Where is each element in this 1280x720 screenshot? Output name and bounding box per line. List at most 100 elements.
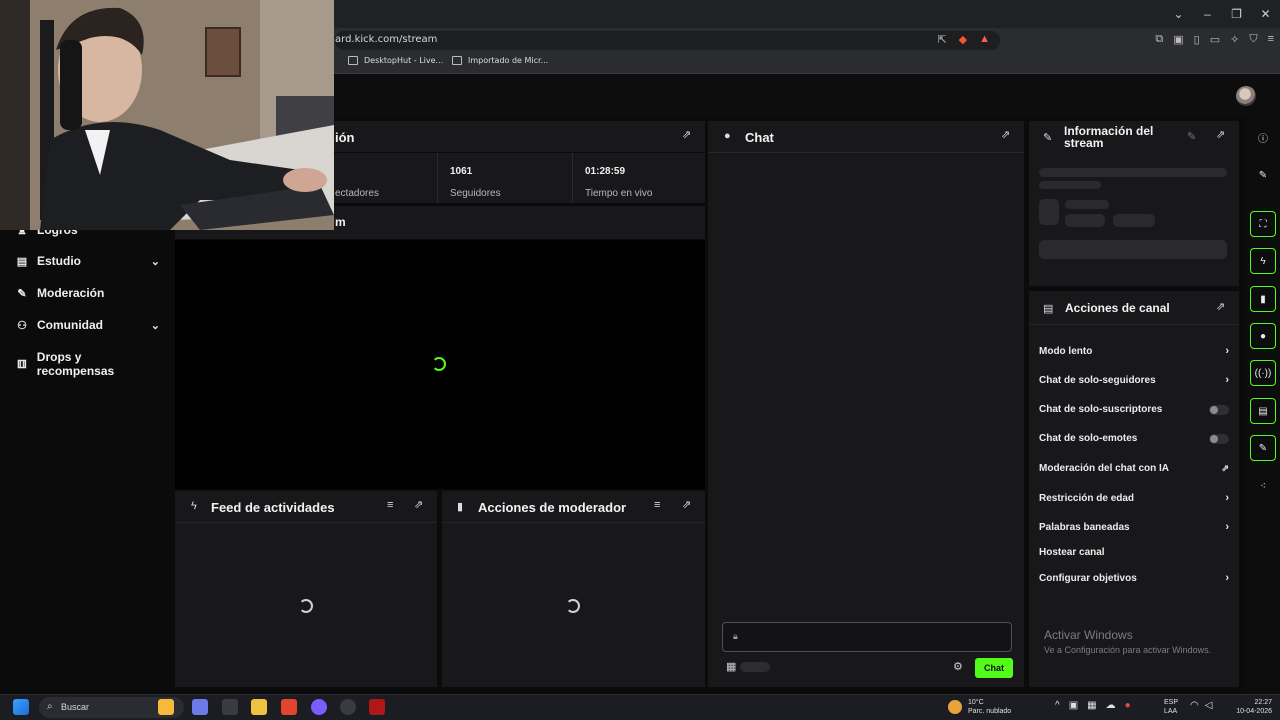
sidebar-icon[interactable]: ▯ [1194, 33, 1200, 46]
minimize-icon[interactable]: – [1193, 0, 1222, 28]
more-widgets-icon[interactable]: ⁖ [1250, 473, 1276, 499]
edit-icon[interactable]: ✎ [1250, 162, 1276, 188]
terminal-icon[interactable] [222, 699, 238, 715]
popout-icon[interactable]: ⇗ [682, 130, 693, 141]
mod-actions-toggle-icon[interactable]: ▮ [1250, 286, 1276, 312]
weather-widget[interactable]: 10°C Parc. nublado [968, 698, 1011, 716]
action-subscribers-only[interactable]: Chat de solo-suscriptores [1039, 404, 1229, 415]
chat-title: Chat [745, 130, 774, 145]
wallet-icon[interactable]: ▭ [1210, 33, 1220, 46]
app-icon[interactable] [369, 699, 385, 715]
wrench-icon: ✎ [1043, 132, 1053, 144]
search-icon: ⌕ [47, 701, 53, 712]
skeleton-thumb [1039, 199, 1059, 225]
info-icon[interactable]: ⓘ [1250, 124, 1276, 150]
url-field[interactable]: ard.kick.com/stream ⇱ ◆ ▲ [335, 31, 1000, 50]
chevron-right-icon: › [1225, 345, 1229, 357]
language-indicator[interactable]: ESP LAA [1164, 698, 1178, 716]
skeleton-tag [1113, 214, 1155, 227]
mod-actions-title: Acciones de moderador [478, 500, 627, 515]
chat-send-button[interactable]: Chat [975, 658, 1013, 678]
brave-browser-icon[interactable] [281, 699, 297, 715]
action-slow-mode[interactable]: Modo lento › [1039, 345, 1229, 357]
skeleton-line [1065, 200, 1109, 209]
action-host-channel[interactable]: Hostear canal [1039, 547, 1229, 558]
obs-icon[interactable] [340, 699, 356, 715]
url-text[interactable]: ard.kick.com/stream [335, 34, 437, 45]
subscribers-only-toggle[interactable] [1209, 404, 1229, 415]
popout-icon[interactable]: ⇗ [1001, 130, 1012, 141]
popout-icon[interactable]: ⇗ [414, 500, 425, 511]
tray-app-icon[interactable]: ▦ [1087, 701, 1096, 711]
edit-pencil-icon[interactable]: ✎ [1187, 130, 1196, 143]
menu-icon[interactable]: ≡ [1268, 33, 1274, 46]
activity-feed-title: Feed de actividades [211, 500, 335, 515]
filter-icon[interactable]: ≡ [387, 499, 393, 511]
channel-actions-toggle-icon[interactable]: ▤ [1250, 398, 1276, 424]
skeleton-field [1039, 240, 1227, 259]
studio-icon: ▤ [16, 255, 28, 268]
extension-icon[interactable]: ⧉ [1155, 33, 1163, 46]
network-audio-icons[interactable]: ◠ ◁ [1190, 701, 1212, 711]
screenshot-icon[interactable]: ▣ [1173, 33, 1183, 46]
broadcast-toggle-icon[interactable]: ((·)) [1250, 360, 1276, 386]
tray-app-icon[interactable]: ▣ [1069, 701, 1078, 711]
bookmark-folder-imported[interactable]: Importado de Micr... [452, 56, 548, 65]
popout-icon[interactable]: ⇗ [1216, 302, 1227, 313]
sidebar-item-estudio[interactable]: ▤ Estudio ⌄ [16, 254, 160, 268]
leo-ai-icon[interactable]: ✧ [1230, 33, 1239, 46]
action-emotes-only[interactable]: Chat de solo-emotes [1039, 433, 1229, 444]
skeleton-tag [1065, 214, 1105, 227]
chevron-up-icon[interactable]: ^ [1055, 701, 1060, 711]
sidebar-item-moderacion[interactable]: ✎ Moderación [16, 286, 160, 300]
gear-icon[interactable]: ⚙ [953, 660, 963, 673]
action-banned-words[interactable]: Palabras baneadas › [1039, 521, 1229, 533]
folder-icon [452, 56, 462, 65]
filter-icon[interactable]: ≡ [654, 499, 660, 511]
sidebar-item-comunidad[interactable]: ⚇ Comunidad ⌄ [16, 318, 160, 332]
file-explorer-icon[interactable] [251, 699, 267, 715]
action-configure-goals[interactable]: Configurar objetivos › [1039, 572, 1229, 584]
avatar[interactable] [1236, 86, 1256, 106]
tab-list-chevron-icon[interactable]: ⌄ [1164, 0, 1193, 28]
brave-rewards-icon[interactable]: ▲ [979, 33, 990, 46]
popout-icon[interactable]: ⇗ [682, 500, 693, 511]
loading-spinner-icon [432, 357, 446, 371]
stream-preview-toggle-icon[interactable]: ⛶ [1250, 211, 1276, 237]
share-icon[interactable]: ⇱ [937, 33, 946, 46]
mic-icon[interactable]: ● [1125, 701, 1131, 711]
bookmark-desktophut[interactable]: DesktopHut - Live... [348, 56, 443, 65]
shield-icon: ▮ [457, 501, 464, 513]
stream-info-toggle-icon[interactable]: ✎ [1250, 435, 1276, 461]
points-badge [740, 662, 770, 672]
store-icon[interactable]: ▦ [726, 660, 736, 673]
emotes-only-toggle[interactable] [1209, 433, 1229, 444]
stream-preview-video[interactable] [175, 240, 705, 489]
chat-input[interactable]: 🔒︎ [722, 622, 1012, 652]
loading-spinner-icon [299, 599, 313, 613]
widget-icon[interactable] [158, 699, 174, 715]
brave-shield-icon[interactable]: ◆ [959, 33, 967, 46]
sidebar-item-drops[interactable]: ⚅ Drops y recompensas [16, 350, 160, 378]
cloud-icon[interactable]: ☁ [1106, 701, 1116, 711]
clock[interactable]: 22:27 10-04-2026 [1228, 698, 1272, 716]
activity-feed-toggle-icon[interactable]: ϟ [1250, 248, 1276, 274]
loading-spinner-icon [566, 599, 580, 613]
vpn-icon[interactable]: ⛉ [1249, 33, 1257, 46]
close-icon[interactable]: ✕ [1251, 0, 1280, 28]
restore-icon[interactable]: ❐ [1222, 0, 1251, 28]
discord-icon[interactable] [311, 699, 327, 715]
action-followers-only[interactable]: Chat de solo-seguidores › [1039, 374, 1229, 386]
action-age-restriction[interactable]: Restricción de edad › [1039, 492, 1229, 504]
action-ai-moderation[interactable]: Moderación del chat con IA ⇗ [1039, 463, 1229, 474]
people-icon: ⚇ [17, 319, 27, 332]
popout-icon[interactable]: ⇗ [1216, 130, 1227, 141]
webcam-feed-image [0, 0, 334, 230]
chat-toggle-icon[interactable]: ● [1250, 323, 1276, 349]
chevron-down-icon: ⌄ [150, 319, 160, 332]
extension-toolbar: ⧉ ▣ ▯ ▭ ✧ ⛉ ≡ [1155, 33, 1274, 46]
wrench-icon: ✎ [17, 287, 27, 300]
stat-live-time: 01:28:59 Tiempo en vivo [572, 153, 705, 203]
teams-icon[interactable] [192, 699, 208, 715]
windows-start-icon[interactable] [13, 699, 29, 715]
